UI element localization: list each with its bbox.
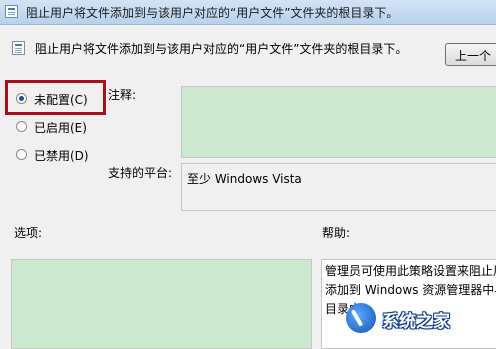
radio-button[interactable] (16, 121, 27, 132)
title-bar: 阻止用户将文件添加到与该用户对应的“用户文件”文件夹的根目录下。 (0, 0, 496, 25)
radio-label: 已禁用(D) (34, 149, 89, 163)
highlight-annotation-box (5, 80, 106, 115)
previous-setting-button[interactable]: 上一个 (445, 43, 496, 66)
policy-name: 阻止用户将文件添加到与该用户对应的“用户文件”文件夹的根目录下。 (35, 42, 408, 56)
policy-setting-icon (12, 41, 25, 55)
radio-button[interactable] (16, 149, 27, 160)
options-label: 选项: (14, 226, 43, 240)
options-panel (11, 259, 312, 349)
policy-window-icon (5, 5, 18, 18)
help-label: 帮助: (322, 226, 351, 240)
help-text-line: 添加到 Windows 资源管理器中与 (325, 283, 496, 297)
radio-label: 已启用(E) (34, 121, 87, 135)
window-title: 阻止用户将文件添加到与该用户对应的“用户文件”文件夹的根目录下。 (26, 6, 399, 20)
supported-platform-field: 至少 Windows Vista (181, 163, 496, 211)
help-text-line: 管理员可使用此策略设置来阻止用 (325, 264, 496, 278)
watermark-text: 系统之家 (382, 312, 450, 332)
platform-label: 支持的平台: (108, 166, 173, 180)
comment-label: 注释: (108, 88, 137, 102)
watermark-logo-icon (346, 303, 376, 333)
comment-textarea[interactable] (181, 86, 496, 158)
site-watermark: 系统之家 (338, 299, 496, 341)
